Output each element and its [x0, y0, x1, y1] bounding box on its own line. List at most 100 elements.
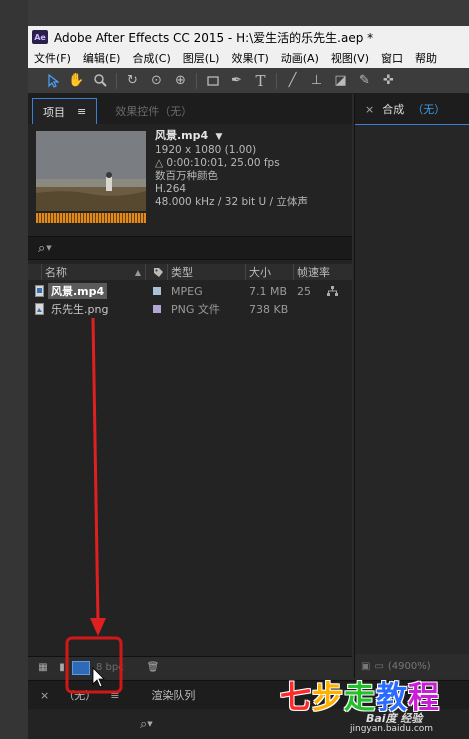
column-header-size[interactable]: 大小 — [246, 264, 294, 280]
flowchart-icon[interactable] — [324, 282, 340, 300]
audio-waveform — [36, 213, 146, 223]
image-file-icon — [28, 300, 46, 318]
menu-effect[interactable]: 效果(T) — [225, 50, 274, 66]
search-icon: ⌕ — [140, 716, 148, 732]
column-header-framerate[interactable]: 帧速率 — [294, 264, 342, 280]
item-info-audio: 48.000 kHz / 32 bit U / 立体声 — [155, 196, 308, 208]
item-name: 乐先生.png — [51, 303, 109, 316]
baidu-url: jingyan.baidu.com — [350, 724, 434, 734]
menu-bar: 文件(F) 编辑(E) 合成(C) 图层(L) 效果(T) 动画(A) 视图(V… — [28, 48, 469, 68]
menu-animation[interactable]: 动画(A) — [275, 50, 325, 66]
zoom-level[interactable]: (4900%) — [388, 661, 431, 672]
new-folder-icon[interactable]: ▮ — [56, 661, 68, 675]
left-background-strip — [0, 0, 28, 739]
header-spacer — [28, 264, 42, 280]
search-icon: ⌕ — [38, 240, 46, 256]
menu-edit[interactable]: 编辑(E) — [77, 50, 127, 66]
project-items-list: 名称 ▲ 类型 大小 帧速率 风景.mp4 MPEG 7.1 MB 25 乐先生… — [28, 260, 352, 656]
search-dropdown-icon: ▼ — [46, 244, 52, 252]
item-info-dropdown-icon[interactable]: ▼ — [216, 132, 223, 142]
menu-composition[interactable]: 合成(C) — [126, 50, 176, 66]
column-header-row: 名称 ▲ 类型 大小 帧速率 — [28, 264, 352, 280]
snapshot-icon[interactable]: ▣ — [361, 661, 370, 672]
composition-panel: × 合成 （无） ▣ ▭ (4900%) — [354, 94, 469, 678]
project-item-row[interactable]: 风景.mp4 MPEG 7.1 MB 25 — [28, 282, 352, 300]
bpc-label[interactable]: 8 bpc — [96, 662, 140, 673]
tab-project-label: 项目 — [43, 105, 65, 119]
item-size: 738 KB — [249, 302, 289, 316]
window-titlebar: Ae Adobe After Effects CC 2015 - H:\爱生活的… — [28, 26, 469, 48]
rectangle-icon[interactable] — [202, 71, 223, 91]
close-icon[interactable]: × — [365, 103, 374, 116]
label-tag-icon[interactable] — [146, 264, 168, 280]
project-item-row[interactable]: 乐先生.png PNG 文件 738 KB — [28, 300, 352, 318]
item-preview-area: 风景.mp4 ▼ 1920 x 1080 (1.00) △ 0:00:10:01… — [28, 124, 352, 232]
menu-layer[interactable]: 图层(L) — [177, 50, 226, 66]
label-swatch-icon — [153, 287, 161, 295]
menu-file[interactable]: 文件(F) — [28, 50, 77, 66]
item-type: PNG 文件 — [171, 303, 220, 316]
label-swatch-icon — [153, 305, 161, 313]
tools-bar: ✋ ↻ ⊙ ⊕ ✒ T ╱ ⊥ ◪ ✎ ✜ — [28, 68, 469, 94]
item-framerate — [294, 300, 324, 318]
column-header-name-label: 名称 — [45, 266, 67, 279]
item-name-cell: 风景.mp4 — [46, 282, 146, 300]
item-type: MPEG — [171, 284, 203, 298]
panel-menu-icon[interactable]: ≡ — [77, 105, 86, 118]
after-effects-logo-icon: Ae — [32, 30, 48, 44]
tab-composition[interactable]: × 合成 （无） — [355, 94, 469, 124]
watermark: 七步走教程 Bai度 经验 jingyan.baidu.com — [280, 672, 469, 739]
tab-project[interactable]: 项目 ≡ — [32, 98, 98, 124]
composition-viewer[interactable] — [355, 124, 469, 654]
brush-icon[interactable]: ╱ — [282, 71, 303, 91]
project-panel-tabs: 项目 ≡ 效果控件（无） — [28, 94, 352, 124]
clone-stamp-icon[interactable]: ⊥ — [306, 71, 327, 91]
tab-effect-controls[interactable]: 效果控件（无） — [97, 98, 210, 124]
item-info-duration: △ 0:00:10:01, 25.00 fps — [155, 157, 280, 169]
zoom-icon[interactable] — [90, 71, 111, 91]
item-info-resolution: 1920 x 1080 (1.00) — [155, 144, 257, 156]
item-size: 7.1 MB — [249, 284, 288, 298]
eraser-icon[interactable]: ◪ — [330, 71, 351, 91]
menu-help[interactable]: 帮助 — [409, 50, 443, 66]
tab-render-queue[interactable]: 渲染队列 — [151, 687, 195, 703]
watermark-char: 步 — [312, 680, 344, 716]
search-dropdown-icon: ▼ — [147, 720, 153, 728]
text-icon[interactable]: T — [250, 71, 271, 91]
pen-icon[interactable]: ✒ — [226, 71, 247, 91]
top-background-strip — [28, 0, 469, 26]
sort-ascending-icon: ▲ — [134, 267, 141, 277]
item-info-name-row: 风景.mp4 ▼ — [155, 129, 350, 144]
label-color-swatch[interactable] — [146, 282, 168, 300]
selection-arrow-icon[interactable] — [42, 71, 63, 91]
watermark-char: 七 — [280, 680, 312, 716]
trash-icon[interactable]: 🗑 — [144, 661, 162, 675]
monitor-icon[interactable]: ▭ — [374, 661, 383, 672]
tab-timeline-none[interactable]: （无） — [63, 687, 96, 703]
toolbar-divider — [196, 72, 197, 89]
puppet-pin-icon[interactable]: ✜ — [378, 71, 399, 91]
video-file-icon — [28, 282, 46, 300]
project-panel: 项目 ≡ 效果控件（无） 风景.mp4 ▼ 1920 x 1080 (1.00)… — [28, 94, 352, 678]
tab-composition-value: （无） — [412, 103, 446, 116]
hand-icon[interactable]: ✋ — [66, 71, 87, 91]
close-icon[interactable]: × — [40, 689, 49, 702]
window-title: Adobe After Effects CC 2015 - H:\爱生活的乐先生… — [54, 30, 374, 45]
camera-orbit-icon[interactable]: ⊙ — [146, 71, 167, 91]
panel-menu-icon[interactable]: ≡ — [110, 689, 119, 702]
rotate-icon[interactable]: ↻ — [122, 71, 143, 91]
interpret-footage-icon[interactable]: ▦ — [34, 661, 52, 675]
column-header-name[interactable]: 名称 ▲ — [42, 264, 146, 280]
roto-brush-icon[interactable]: ✎ — [354, 71, 375, 91]
item-name: 风景.mp4 — [48, 283, 108, 299]
item-framerate: 25 — [297, 284, 311, 298]
pan-behind-icon[interactable]: ⊕ — [170, 71, 191, 91]
menu-view[interactable]: 视图(V) — [325, 50, 375, 66]
label-color-swatch[interactable] — [146, 300, 168, 318]
toolbar-divider — [276, 72, 277, 89]
project-search-bar[interactable]: ⌕ ▼ — [28, 236, 352, 260]
video-thumbnail — [36, 131, 146, 211]
bpc-toggle-button[interactable] — [72, 660, 90, 675]
menu-window[interactable]: 窗口 — [375, 50, 409, 66]
column-header-type[interactable]: 类型 — [168, 264, 246, 280]
